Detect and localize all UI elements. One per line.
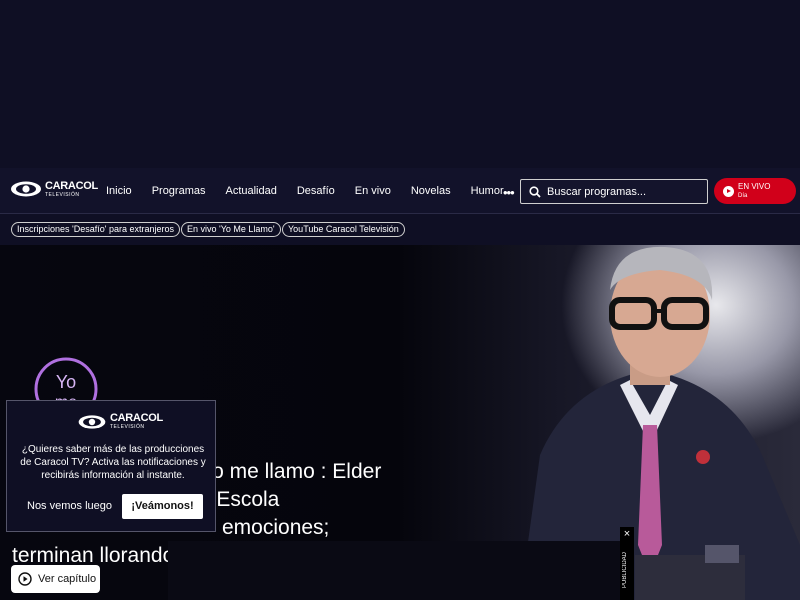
- chip-en-vivo-yo-me-llamo[interactable]: En vivo 'Yo Me Llamo': [181, 222, 281, 237]
- top-space: [0, 0, 800, 168]
- chip-youtube-caracol[interactable]: YouTube Caracol Televisión: [282, 222, 405, 237]
- logo-name: CARACOL: [45, 179, 98, 192]
- play-circle-icon: [18, 572, 32, 586]
- caracol-logo-icon: [11, 181, 41, 197]
- quick-links: Inscripciones 'Desafío' para extranjeros…: [0, 214, 800, 245]
- search-bar[interactable]: [520, 179, 708, 204]
- nav-item-desafio[interactable]: Desafío: [297, 185, 335, 197]
- nav-item-programas[interactable]: Programas: [152, 185, 206, 197]
- accept-notifications-button[interactable]: ¡Veámonos!: [122, 494, 203, 519]
- live-sublabel: Día: [738, 193, 748, 199]
- notification-logo: CARACOL TELEVISIÓN: [77, 413, 163, 430]
- notification-brand: CARACOL: [110, 412, 163, 424]
- page: CARACOL TELEVISIÓN Inicio Programas Actu…: [0, 0, 800, 600]
- more-dots-icon[interactable]: •••: [503, 185, 515, 200]
- nav-item-novelas[interactable]: Novelas: [411, 185, 451, 197]
- play-icon: [723, 185, 734, 197]
- nav-item-inicio[interactable]: Inicio: [106, 185, 132, 197]
- ad-banner[interactable]: [168, 541, 620, 600]
- nav-item-en-vivo[interactable]: En vivo: [355, 185, 391, 197]
- svg-text:Yo: Yo: [56, 372, 76, 392]
- caracol-logo[interactable]: CARACOL TELEVISIÓN: [10, 180, 98, 198]
- search-input[interactable]: [547, 185, 697, 198]
- notification-message: ¿Quieres saber más de las producciones d…: [20, 444, 206, 481]
- chip-inscripciones-desafio[interactable]: Inscripciones 'Desafío' para extranjeros: [11, 222, 181, 237]
- nav-menu: Inicio Programas Actualidad Desafío En v…: [106, 168, 524, 214]
- notification-prompt: CARACOL TELEVISIÓN ¿Quieres saber más de…: [6, 400, 216, 532]
- navbar: CARACOL TELEVISIÓN Inicio Programas Actu…: [0, 168, 800, 214]
- watch-episode-label: Ver capítulo: [38, 573, 97, 585]
- close-icon[interactable]: ×: [620, 527, 634, 541]
- logo-subtitle: TELEVISIÓN: [45, 191, 80, 198]
- nav-item-actualidad[interactable]: Actualidad: [225, 185, 276, 197]
- live-label: EN VIVO: [738, 182, 771, 191]
- ad-label: PUBLICIDAD: [622, 551, 628, 588]
- caracol-logo-icon: [78, 414, 106, 429]
- search-icon: [529, 185, 541, 198]
- watch-episode-button[interactable]: Ver capítulo: [11, 565, 100, 593]
- nav-item-humor[interactable]: Humor: [471, 185, 504, 197]
- notification-brand-sub: TELEVISIÓN: [110, 424, 145, 430]
- decline-notifications-button[interactable]: Nos vemos luego: [27, 500, 112, 512]
- en-vivo-button[interactable]: EN VIVO Día: [714, 178, 796, 204]
